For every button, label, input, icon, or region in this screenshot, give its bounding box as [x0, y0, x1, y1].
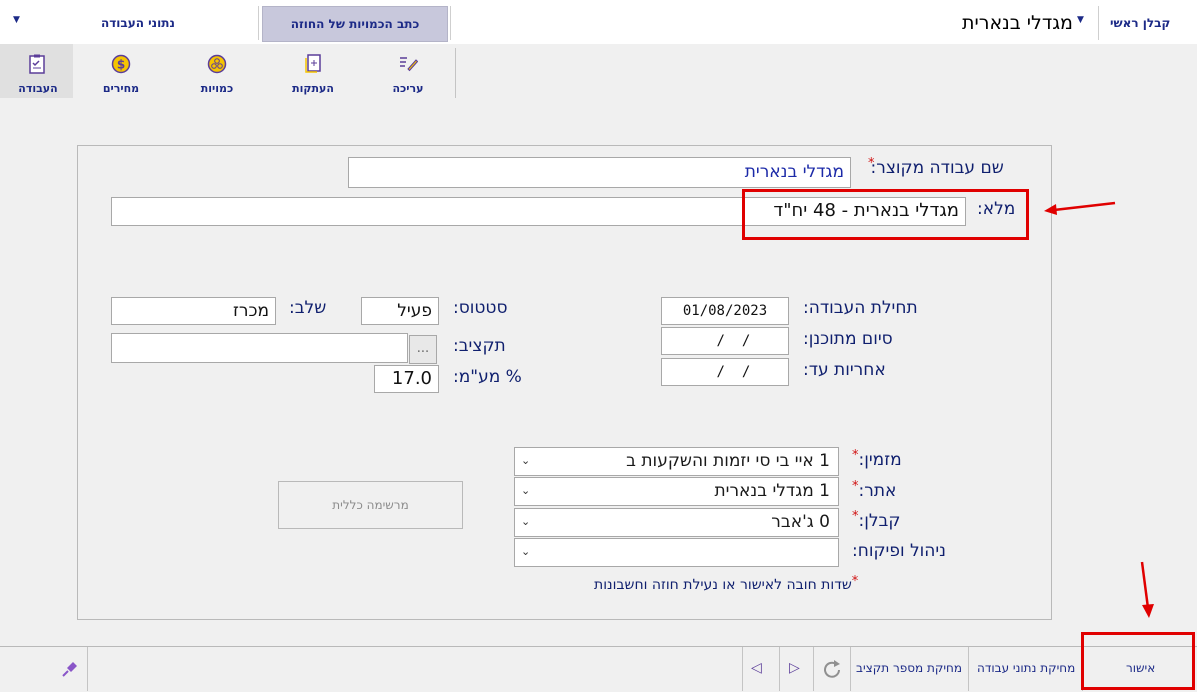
- vat-label: % מע"מ:: [453, 367, 522, 387]
- planned-end-label: סיום מתוכנן:: [803, 329, 893, 349]
- arrow-annotation-icon: [1044, 201, 1116, 215]
- required-fields-note: *שדות חובה לאישור או נעילת חוזה וחשבונות: [594, 574, 859, 593]
- general-list-button[interactable]: מרשימה כללית: [278, 481, 463, 529]
- delete-budget-number-button[interactable]: מחיקת מספר תקציב: [856, 661, 962, 675]
- chevron-down-icon: ⌄: [521, 545, 531, 558]
- toolbar-quantities-label: כמויות: [200, 82, 234, 95]
- chevron-down-icon: ⌄: [521, 515, 531, 528]
- project-title[interactable]: מגדלי בנארית: [962, 12, 1073, 34]
- stage-label: שלב:: [289, 298, 327, 318]
- contractor-select[interactable]: 0 ג'אבר ⌄: [514, 508, 839, 537]
- toolbar-work[interactable]: העבודה: [0, 44, 73, 98]
- tab-quantities-label: כתב הכמויות של החוזה: [290, 17, 420, 31]
- tab-work-details-dropdown-icon[interactable]: ▼: [13, 15, 20, 25]
- budget-label: תקציב:: [453, 336, 506, 356]
- status-input[interactable]: פעיל: [361, 297, 439, 325]
- chevron-down-icon: ⌄: [521, 454, 531, 467]
- bottom-bar: אישור מחיקת נתוני עבודה מחיקת מספר תקציב…: [0, 646, 1197, 692]
- refresh-icon[interactable]: [819, 657, 845, 687]
- toolbar-edit[interactable]: עריכה: [361, 44, 455, 98]
- dollar-coin-icon: $: [111, 54, 131, 78]
- approve-highlight: [1081, 632, 1195, 690]
- arrow-annotation-icon: [1140, 561, 1154, 618]
- toolbar-prices-label: מחירים: [102, 82, 140, 95]
- warranty-label: אחריות עד:: [803, 360, 886, 380]
- start-date-input[interactable]: 01/08/2023: [661, 297, 789, 325]
- stacked-coins-icon: [207, 54, 227, 78]
- status-label: סטטוס:: [453, 298, 508, 318]
- warranty-input[interactable]: / /: [661, 358, 789, 386]
- toolbar-edit-label: עריכה: [392, 82, 424, 95]
- required-star: *: [852, 479, 859, 494]
- toolbar-copies-label: העתקות: [292, 82, 334, 95]
- management-label: ניהול ופיקוח:: [852, 541, 946, 561]
- stage-input[interactable]: מכרז: [111, 297, 276, 325]
- budget-browse-button[interactable]: ...: [409, 335, 437, 364]
- site-select-value: 1 מגדלי בנארית: [714, 481, 830, 501]
- svg-text:$: $: [117, 58, 125, 72]
- toolbar-quantities[interactable]: כמויות: [169, 44, 265, 98]
- tab-work-details[interactable]: נתוני העבודה: [101, 16, 175, 30]
- vat-input[interactable]: 17.0: [374, 365, 439, 393]
- required-star: *: [868, 156, 875, 171]
- copy-document-icon: [304, 54, 322, 78]
- previous-record-icon[interactable]: ◁: [751, 660, 762, 676]
- chevron-down-icon: ⌄: [521, 484, 531, 497]
- short-name-input[interactable]: מגדלי בנארית: [348, 157, 851, 188]
- contractor-label: קבלן:*: [852, 509, 901, 531]
- top-bar: קבלן ראשי ▼ מגדלי בנארית כתב הכמויות של …: [0, 0, 1197, 45]
- budget-input[interactable]: [111, 333, 408, 363]
- pin-icon[interactable]: [60, 659, 80, 683]
- required-star: *: [851, 574, 859, 589]
- contractor-select-value: 0 ג'אבר: [771, 512, 830, 532]
- orderer-label: מזמין:*: [852, 448, 902, 470]
- short-name-label: שם עבודה מקוצר:*: [868, 156, 1004, 178]
- planned-end-input[interactable]: / /: [661, 327, 789, 355]
- required-star: *: [852, 448, 859, 463]
- required-star: *: [852, 509, 859, 524]
- site-select[interactable]: 1 מגדלי בנארית ⌄: [514, 477, 839, 506]
- management-select[interactable]: ⌄: [514, 538, 839, 567]
- tab-quantities[interactable]: כתב הכמויות של החוזה: [262, 6, 448, 42]
- toolbar: העבודה $ מחירים כמויות העתקות עריכה: [0, 44, 1197, 98]
- delete-work-data-button[interactable]: מחיקת נתוני עבודה: [977, 661, 1075, 675]
- role-label: קבלן ראשי: [1110, 16, 1171, 30]
- orderer-select-value: 1 איי בי סי יזמות והשקעות ב: [626, 451, 830, 471]
- clipboard-checklist-icon: [28, 54, 46, 78]
- full-name-highlight: [742, 189, 1029, 240]
- site-label: אתר:*: [852, 479, 897, 501]
- start-date-label: תחילת העבודה:: [803, 298, 918, 318]
- next-record-icon[interactable]: ▷: [789, 660, 800, 676]
- edit-pencil-icon: [398, 54, 419, 76]
- toolbar-prices[interactable]: $ מחירים: [73, 44, 169, 98]
- role-dropdown-icon[interactable]: ▼: [1077, 15, 1084, 25]
- toolbar-copies[interactable]: העתקות: [265, 44, 361, 98]
- orderer-select[interactable]: 1 איי בי סי יזמות והשקעות ב ⌄: [514, 447, 839, 476]
